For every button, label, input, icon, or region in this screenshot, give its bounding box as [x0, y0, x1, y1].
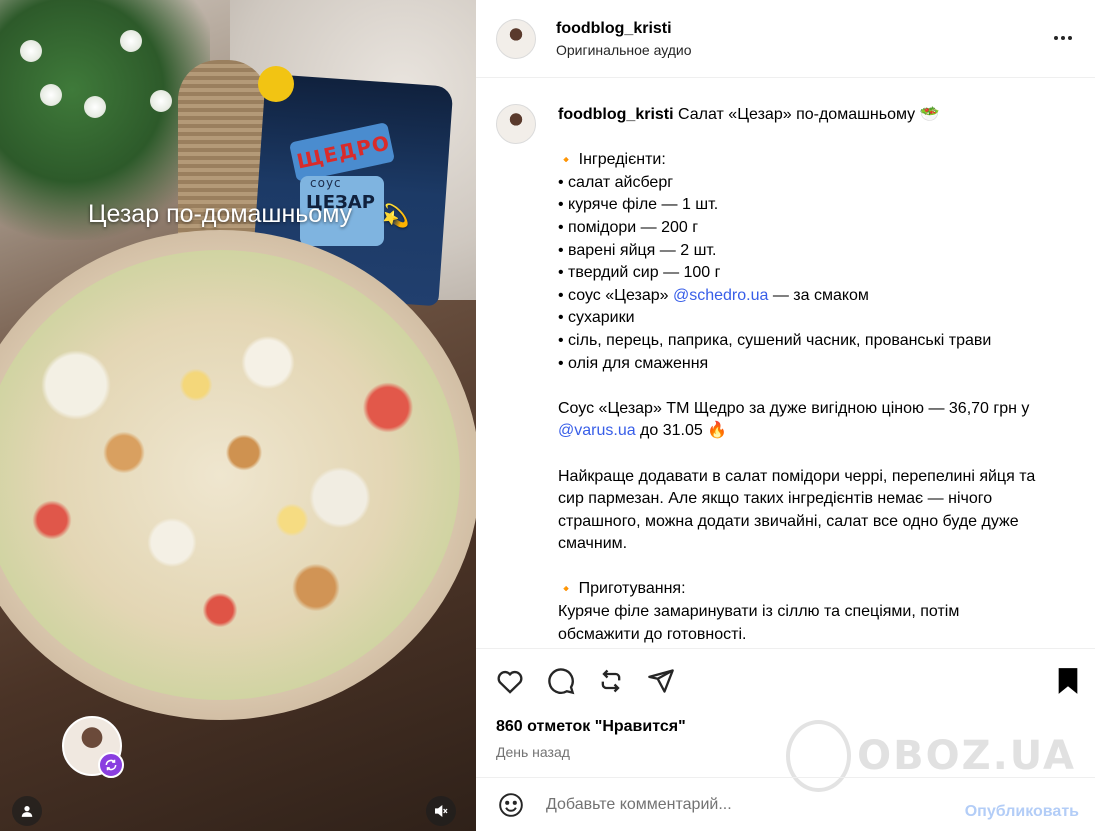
likes-count[interactable]: 860 отметок "Нравится": [496, 718, 686, 736]
prep-heading: 🔸 Приготування:: [558, 580, 686, 598]
caption-avatar[interactable]: [496, 104, 536, 144]
post-timestamp[interactable]: День назад: [496, 744, 570, 760]
caption-title-line: foodblog_kristi Салат «Цезар» по-домашнь…: [558, 104, 1083, 127]
flower-decoration: [120, 30, 142, 52]
video-overlay-title: Цезар по-домашньому: [88, 200, 353, 228]
ingredient-item: • олія для смаження: [558, 354, 709, 372]
ingredient-item: • помідори — 200 г: [558, 218, 699, 236]
sparkle-emoji: 💫: [382, 203, 410, 228]
varus-mention-link[interactable]: @varus.ua: [558, 422, 636, 439]
post-caption: foodblog_kristi Салат «Цезар» по-домашнь…: [496, 104, 1086, 648]
more-options-icon[interactable]: [1051, 26, 1075, 50]
comment-input[interactable]: [546, 795, 946, 814]
promo-text: Соус «Цезар» ТМ Щедро за дуже вигідною ц…: [558, 399, 1030, 417]
tip-text: страшного, можна додати звичайні, салат …: [558, 512, 1019, 530]
sauce-cap: [258, 66, 294, 102]
ingredient-item: • салат айсберг: [558, 173, 674, 191]
post-media[interactable]: ЩЕДРО соус ЦЕЗАР Цезар по-домашньому 💫: [0, 0, 476, 831]
flower-decoration: [20, 40, 42, 62]
prep-text: Куряче філе замаринувати із сіллю та спе…: [558, 603, 960, 621]
caption-body: foodblog_kristi Салат «Цезар» по-домашнь…: [558, 104, 1083, 646]
watermark-text: OBOZ.UA: [857, 733, 1076, 779]
prep-text: обсмажити до готовності.: [558, 625, 747, 643]
share-send-icon[interactable]: [646, 666, 676, 696]
flower-decoration: [150, 90, 172, 112]
post-header: foodblog_kristi Оригинальное аудио: [476, 0, 1095, 78]
ingredients-heading: 🔸 Інгредієнти:: [558, 151, 666, 169]
ingredient-item: • твердий сир — 100 г: [558, 264, 721, 282]
mute-audio-icon[interactable]: [426, 796, 456, 826]
caption-username[interactable]: foodblog_kristi: [558, 106, 674, 123]
post-comment-button[interactable]: Опубликовать: [965, 803, 1079, 821]
header-text: foodblog_kristi Оригинальное аудио: [556, 19, 692, 58]
tagged-users-icon[interactable]: [12, 796, 42, 826]
diamond-icon: 🔸: [558, 152, 575, 168]
schedro-mention-link[interactable]: @schedro.ua: [673, 287, 768, 304]
caption-title: Салат «Цезар» по-домашньому 🥗: [678, 106, 940, 123]
author-username[interactable]: foodblog_kristi: [556, 19, 692, 39]
original-audio-link[interactable]: Оригинальное аудио: [556, 42, 692, 58]
tip-text: сир пармезан. Але якщо таких інгредієнті…: [558, 490, 993, 508]
emoji-smiley-icon[interactable]: [496, 790, 526, 820]
flower-decoration: [84, 96, 106, 118]
like-heart-icon[interactable]: [495, 666, 525, 696]
flower-decoration: [40, 84, 62, 106]
bookmark-save-icon[interactable]: [1053, 666, 1083, 696]
promo-text-2: @varus.ua до 31.05 🔥: [558, 422, 728, 440]
tip-text: смачним.: [558, 535, 628, 553]
diamond-icon: 🔸: [558, 581, 575, 597]
ingredient-item: • сухарики: [558, 309, 635, 327]
sauce-word: соус: [310, 176, 342, 190]
remix-badge-icon[interactable]: [98, 752, 124, 778]
ingredient-item: • сіль, перець, паприка, сушений часник,…: [558, 331, 992, 349]
tip-text: Найкраще додавати в салат помідори черрі…: [558, 467, 1036, 485]
comment-bubble-icon[interactable]: [546, 666, 576, 696]
post-details-panel: foodblog_kristi Оригинальное аудио foodb…: [476, 0, 1095, 831]
comment-bar: Опубликовать: [476, 777, 1095, 831]
repost-icon[interactable]: [596, 666, 626, 696]
author-avatar[interactable]: [496, 18, 536, 59]
salad: [0, 250, 460, 700]
ingredient-item-sauce: • соус «Цезар» @schedro.ua — за смаком: [558, 286, 869, 304]
ingredient-item: • варені яйця — 2 шт.: [558, 241, 717, 259]
ingredient-item: • куряче філе — 1 шт.: [558, 196, 719, 214]
